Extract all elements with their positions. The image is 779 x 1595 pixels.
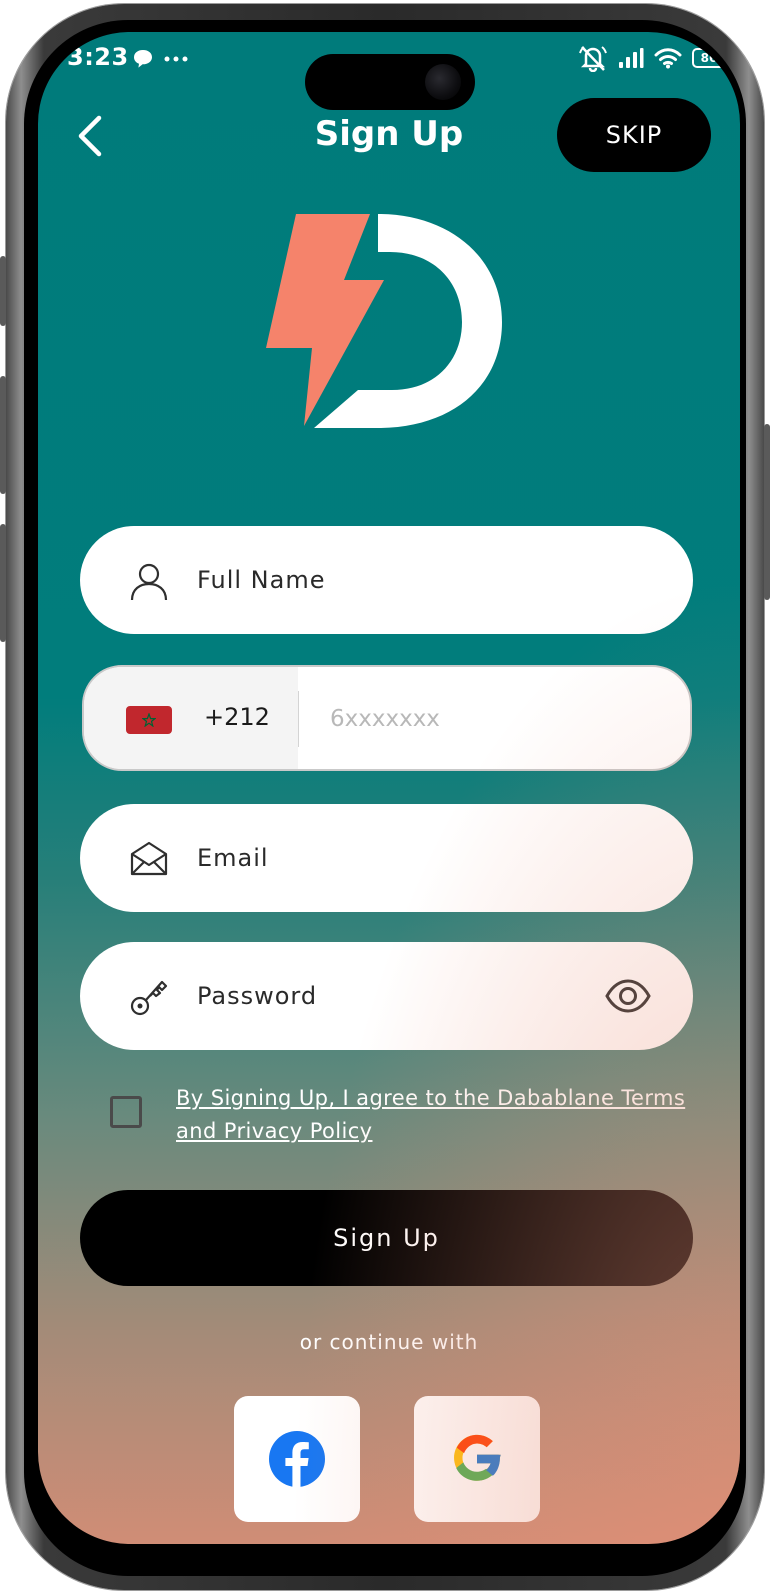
full-name-placeholder: Full Name (197, 566, 326, 594)
password-placeholder: Password (197, 982, 318, 1010)
skip-button[interactable]: SKIP (557, 98, 711, 172)
muted-bell-icon (579, 46, 607, 72)
email-placeholder: Email (197, 844, 269, 872)
more-dots-icon (164, 56, 188, 62)
phone-frame: 3:23 86 Sign Up SKIP Full Name +212 6xxx… (0, 4, 770, 1590)
google-login-button[interactable] (414, 1396, 540, 1522)
wifi-icon (654, 48, 682, 69)
dynamic-island (305, 54, 475, 110)
volume-up-button (0, 376, 6, 494)
facebook-icon (269, 1431, 325, 1488)
flag-star-icon (142, 713, 156, 727)
front-camera (425, 64, 461, 100)
battery-level: 86 (700, 51, 718, 65)
status-time: 3:23 (67, 43, 129, 71)
facebook-login-button[interactable] (234, 1396, 360, 1522)
user-icon (130, 563, 168, 601)
dababl-logo (266, 214, 502, 428)
phone-input[interactable] (316, 697, 684, 741)
power-button (764, 424, 770, 600)
sign-up-button[interactable]: Sign Up (80, 1190, 693, 1286)
country-code-selector[interactable]: +212 (84, 667, 298, 769)
dial-code: +212 (204, 703, 270, 731)
password-field[interactable]: Password (80, 942, 693, 1050)
eye-icon[interactable] (605, 978, 651, 1014)
full-name-field[interactable]: Full Name (80, 526, 693, 634)
status-right-icons: 86 (578, 44, 730, 72)
phone-divider (298, 691, 299, 747)
key-icon (130, 980, 168, 1016)
or-continue-with-text: or continue with (299, 1330, 479, 1354)
battery-icon: 86 (692, 48, 730, 68)
status-left-icons (132, 48, 188, 70)
terms-checkbox[interactable] (110, 1096, 142, 1128)
phone-field[interactable]: +212 (82, 665, 692, 771)
chat-bubble-icon (134, 50, 152, 68)
app-screen: 3:23 86 Sign Up SKIP Full Name +212 6xxx… (38, 32, 740, 1544)
action-button (0, 256, 6, 326)
email-field[interactable]: Email (80, 804, 693, 912)
morocco-flag-icon (126, 706, 172, 734)
terms-link[interactable]: By Signing Up, I agree to the Dabablane … (176, 1082, 686, 1148)
envelope-icon (130, 841, 168, 876)
signal-icon (619, 48, 644, 68)
volume-down-button (0, 524, 6, 642)
google-icon (454, 1434, 501, 1481)
